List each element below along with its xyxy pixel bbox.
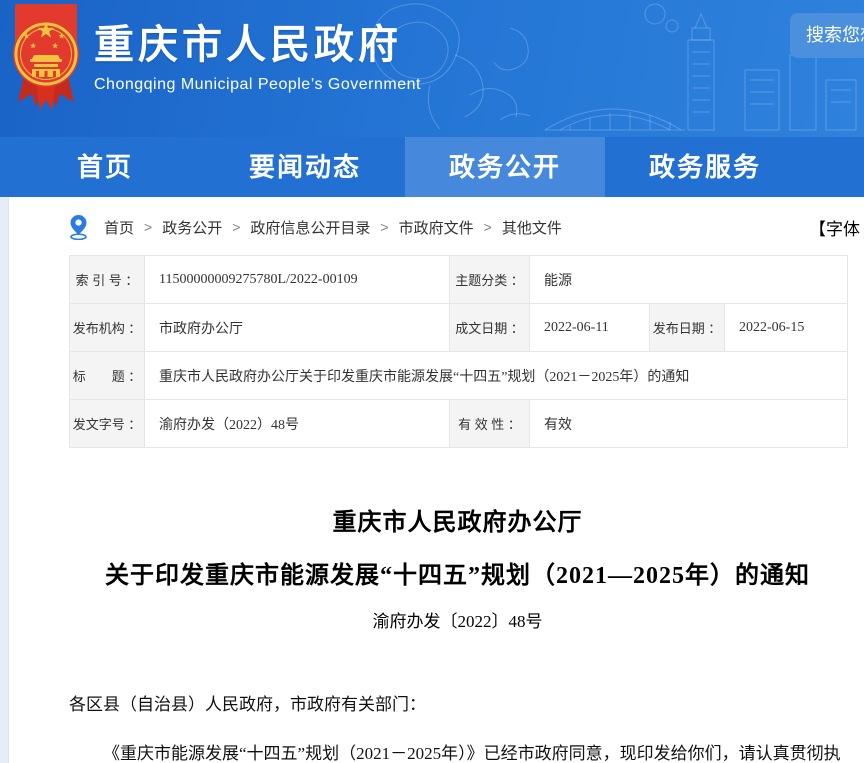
breadcrumb-item-city-docs[interactable]: 市政府文件: [399, 217, 474, 238]
breadcrumb-item-directory[interactable]: 政府信息公开目录: [250, 217, 370, 238]
meta-value-publish-date: 2022-06-15: [725, 304, 848, 352]
document-title-line1: 重庆市人民政府办公厅: [69, 502, 846, 537]
meta-label-issuing-agency: 发布机构 ：: [70, 304, 145, 352]
search-input[interactable]: 搜索您想: [790, 13, 864, 58]
nav-item-news[interactable]: 要闻动态: [205, 137, 405, 197]
meta-value-validity: 有效: [530, 400, 848, 448]
main-nav: 首页 要闻动态 政务公开 政务服务 互: [0, 137, 864, 197]
nav-item-gov-info[interactable]: 政务公开: [405, 137, 605, 197]
nav-item-gov-services[interactable]: 政务服务: [605, 137, 805, 197]
meta-label-doc-number: 发文字号 ：: [70, 400, 145, 448]
document-meta-table: 索 引 号 ： 11500000009275780L/2022-00109 主题…: [69, 255, 848, 448]
document-number: 渝府办发〔2022〕48号: [69, 607, 846, 632]
site-title: 重庆市人民政府: [94, 22, 421, 68]
meta-label-publish-date: 发布日期 ：: [650, 304, 725, 352]
meta-label-title: 标 题 ：: [70, 352, 145, 400]
site-header: 重庆市人民政府 Chongqing Municipal People’s Gov…: [0, 0, 864, 137]
meta-value-doc-number: 渝府办发（2022）48号: [145, 400, 450, 448]
meta-label-written-date: 成文日期 ：: [450, 304, 530, 352]
breadcrumb-item-home[interactable]: 首页: [104, 217, 134, 238]
table-row: 发文字号 ： 渝府办发（2022）48号 有 效 性 ： 有效: [70, 400, 848, 448]
breadcrumb-item-other-docs[interactable]: 其他文件: [502, 217, 562, 238]
font-size-tool[interactable]: 【字体: [809, 215, 860, 240]
document-body: 各区县（自治县）人民政府，市政府有关部门： 《重庆市能源发展“十四五”规划（20…: [69, 688, 847, 763]
breadcrumb-separator: >: [484, 219, 492, 235]
breadcrumb-separator: >: [380, 219, 388, 235]
meta-value-issuing-agency: 市政府办公厅: [145, 304, 450, 352]
meta-label-topic-category: 主题分类 ：: [450, 256, 530, 304]
document-title-line2: 关于印发重庆市能源发展“十四五”规划（2021—2025年）的通知: [69, 555, 846, 590]
document-salutation: 各区县（自治县）人民政府，市政府有关部门：: [69, 688, 847, 721]
content-card: 首页 > 政务公开 > 政府信息公开目录 > 市政府文件 > 其他文件 【字体 …: [8, 197, 864, 763]
location-pin-icon: [69, 214, 88, 240]
meta-value-index-no: 11500000009275780L/2022-00109: [145, 256, 450, 304]
national-emblem-logo[interactable]: [10, 4, 82, 114]
table-row: 标 题 ： 重庆市人民政府办公厅关于印发重庆市能源发展“十四五”规划（2021－…: [70, 352, 848, 400]
table-row: 索 引 号 ： 11500000009275780L/2022-00109 主题…: [70, 256, 848, 304]
breadcrumb-separator: >: [144, 219, 152, 235]
document-paragraph: 《重庆市能源发展“十四五”规划（2021－2025年）》已经市政府同意，现印发给…: [69, 737, 847, 763]
table-row: 发布机构 ： 市政府办公厅 成文日期 ： 2022-06-11 发布日期 ： 2…: [70, 304, 848, 352]
breadcrumb: 首页 > 政务公开 > 政府信息公开目录 > 市政府文件 > 其他文件 【字体: [69, 213, 846, 241]
nav-item-home[interactable]: 首页: [5, 137, 205, 197]
meta-value-topic-category: 能源: [530, 256, 848, 304]
site-subtitle: Chongqing Municipal People’s Government: [94, 76, 421, 94]
breadcrumb-item-gov-info[interactable]: 政务公开: [162, 217, 222, 238]
breadcrumb-separator: >: [232, 219, 240, 235]
meta-label-validity: 有 效 性 ：: [450, 400, 530, 448]
meta-value-written-date: 2022-06-11: [530, 304, 650, 352]
meta-value-title: 重庆市人民政府办公厅关于印发重庆市能源发展“十四五”规划（2021－2025年）…: [145, 352, 848, 400]
nav-item-interaction[interactable]: 互: [805, 137, 864, 197]
meta-label-index-no: 索 引 号 ：: [70, 256, 145, 304]
